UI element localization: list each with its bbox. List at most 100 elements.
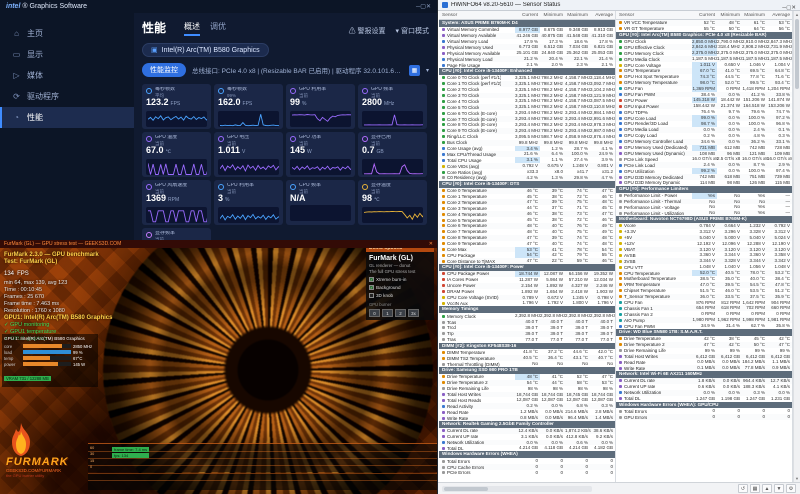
sensor-label-cell: +12V [616,241,692,246]
sensor-name: PCIe Link Load [624,163,655,168]
sensor-type-icon [442,405,445,408]
demo-checkbox[interactable]: ✓Xtreme burn-in [369,277,431,282]
metric-tile-9: CPU 利用率当前3% [214,180,283,225]
sensor-label-cell: Network Utilization [616,390,692,395]
sensor-type-icon [442,338,445,341]
performance-monitor-button[interactable]: 性能监控 [142,63,186,77]
sensor-name: CPU Package [447,253,475,258]
demo-button-2[interactable]: 2 [395,309,406,317]
sensor-name: AIO Pump [624,318,645,323]
tile-sparkline [218,111,279,127]
sensor-row[interactable]: Total DL1.247 GB1.198 GB1.247 GB1.231 GB [616,396,792,402]
sensor-section-header[interactable]: CPU [#0]: Intel Core i5-13400F: Power [439,264,615,271]
sensor-section-header[interactable]: System: ASUS PRIME B760M-K D4 [439,20,615,27]
sensor-section-header[interactable]: Drive: Samsung SSD 980 PRO 1TB [439,367,615,374]
sensor-section-header[interactable]: GPU [#0]: Intel Arc(TM) B580 Graphics: P… [616,32,792,39]
sensor-row[interactable]: PCIe Errors0000 [439,470,615,476]
sidebar-item-media[interactable]: ▷媒体 [0,65,134,86]
sensor-row[interactable]: VR GT Temperature55 °C50 °C64 °C56 °C [616,26,792,32]
sensor-type-icon [442,296,445,299]
sensor-row[interactable]: Tras77.0 T77.0 T77.0 T77.0 T [439,337,615,343]
sensor-section-header[interactable]: Network: Intel Wi-Fi 6E AX211 160MHz [616,371,792,378]
overlay-toggle-button[interactable]: ▦ [409,65,420,76]
sidebar-item-display[interactable]: ▭显示 [0,44,134,65]
scrollbar-thumb[interactable] [795,19,799,89]
layout-icon[interactable]: ▦ [750,484,760,493]
sensor-section-header[interactable]: DIMM [#2]: Kingston KF548S38-16 [439,343,615,350]
tile-label: 显存温度 [371,183,391,189]
tile-sparkline [290,159,351,175]
sensor-label-cell: Core Distance to TjMAX [439,259,515,264]
move-up-icon[interactable]: ▲ [762,484,772,493]
sensor-row[interactable]: GPU Errors0000 [616,414,792,420]
demo-button-1[interactable]: 1 [382,309,393,317]
sensor-type-icon [442,106,445,109]
sensor-label-cell: Core Max [439,247,515,252]
reset-values-icon[interactable]: ↺ [738,484,748,493]
demo-button-3x[interactable]: 3x [408,309,419,317]
sidebar-item-label: 显示 [27,49,43,60]
intel-titlebar: intel ® Graphics Software ─▢✕ [0,0,437,13]
scroll-up-icon[interactable]: ▲ [794,11,800,18]
sensor-label-cell: GPU Effective Clock [616,45,692,50]
sensor-type-icon [442,351,445,354]
sensor-section-header[interactable]: Motherboard: Nuvoton NCT6798D (ASUS PRIM… [616,216,792,223]
sensor-type-icon [619,337,622,340]
sensor-type-icon [619,260,622,263]
scroll-down-icon[interactable]: ▼ [794,475,800,482]
sensor-section-header[interactable]: GPU [#0]: Performance Limiters [616,186,792,193]
sensor-row[interactable]: GPU D3D Memory Dynamic114 MB98 MB126 MB1… [616,180,792,186]
horizontal-scrollbar[interactable] [442,486,592,492]
metric-tile-12: 显存频率当前2375MHz [142,228,211,240]
sensor-value: 1.796 V [515,300,540,306]
sensor-type-icon [442,399,445,402]
sensor-value: No [590,361,615,367]
close-icon[interactable]: ✕ [426,4,431,10]
sensor-value: 2.0 % [540,62,565,68]
sensor-label-cell: GPU Core Voltage [616,63,692,68]
sensor-section-header[interactable]: CPU [#0]: Intel Core i5-13400F: DTS [439,181,615,188]
header-action-0[interactable]: ⚠ 警报设置 [349,26,386,36]
sensor-section-header[interactable]: CPU [#0]: Intel Core i5-13400F: Enhanced [439,68,615,75]
tile-sparkline [290,205,351,221]
sensor-value: 4.118 GB [540,445,565,451]
sensor-name: Performance Limit - Power [624,193,677,198]
demo-button-0[interactable]: 0 [369,309,380,317]
sensor-type-icon [619,46,622,49]
sensor-name: Physical Memory Available [447,51,500,56]
gpu-selector-chip[interactable]: ▣ Intel(R) Arc(TM) B580 Graphics [142,43,269,57]
sensor-name: Chipset Temperature [624,288,666,293]
sensor-row[interactable]: C0 Residency (avg)4.2 %1.3 %29.8 %4.7 % [439,175,615,181]
sensor-type-icon [619,27,622,30]
sidebar-item-drivers[interactable]: ⟳驱动程序 [0,86,134,107]
sensor-name: GPU Core Load [624,116,656,121]
header-action-1[interactable]: ▾ 窗口模式 [396,26,429,36]
sidebar-item-performance[interactable]: ◔性能 [0,107,134,128]
sensor-type-icon [442,326,445,329]
demo-checkbox[interactable]: 3D knob [369,293,431,298]
sensor-value: 77.0 T [540,337,565,343]
sensor-section-header[interactable]: Network: Realtek Gaming 2.5GbE Family Co… [439,421,615,428]
page-title: 性能 [142,19,166,36]
sensor-type-icon [442,112,445,115]
demo-checkbox[interactable]: ✓Background [369,285,431,290]
tab-1[interactable]: 调优 [210,21,226,36]
sensor-section-header[interactable]: Windows Hardware Errors (WHEA): GPU/CPU [616,402,792,409]
sensor-name: Drive Temperature 2 [624,342,665,347]
close-icon[interactable]: ✕ [429,241,433,247]
sensor-name: GPU Power [624,98,648,103]
settings-gear-icon[interactable]: ⚙ [786,484,796,493]
sidebar-item-home[interactable]: ⌂主页 [0,23,134,44]
move-down-icon[interactable]: ▼ [774,484,784,493]
sensor-type-icon [619,158,622,161]
sensor-section-header[interactable]: Memory Timings [439,306,615,313]
tab-0[interactable]: 概述 [184,21,200,36]
metric-icon [146,88,152,94]
tile-unit: GB [377,149,384,155]
chevron-down-icon[interactable]: ▾ [426,67,429,74]
sensor-label-cell: GPU Errors [616,415,692,420]
sensor-section-header[interactable]: Drive: WD Blue SN580 1TB: S.M.A.R.T. [616,329,792,336]
sensor-section-header[interactable]: Windows Hardware Errors (WHEA) [439,451,615,458]
vertical-scrollbar[interactable]: ▲ ▼ [793,11,800,482]
column-headers: SensorCurrentMinimumMaximumAverage [616,11,792,20]
